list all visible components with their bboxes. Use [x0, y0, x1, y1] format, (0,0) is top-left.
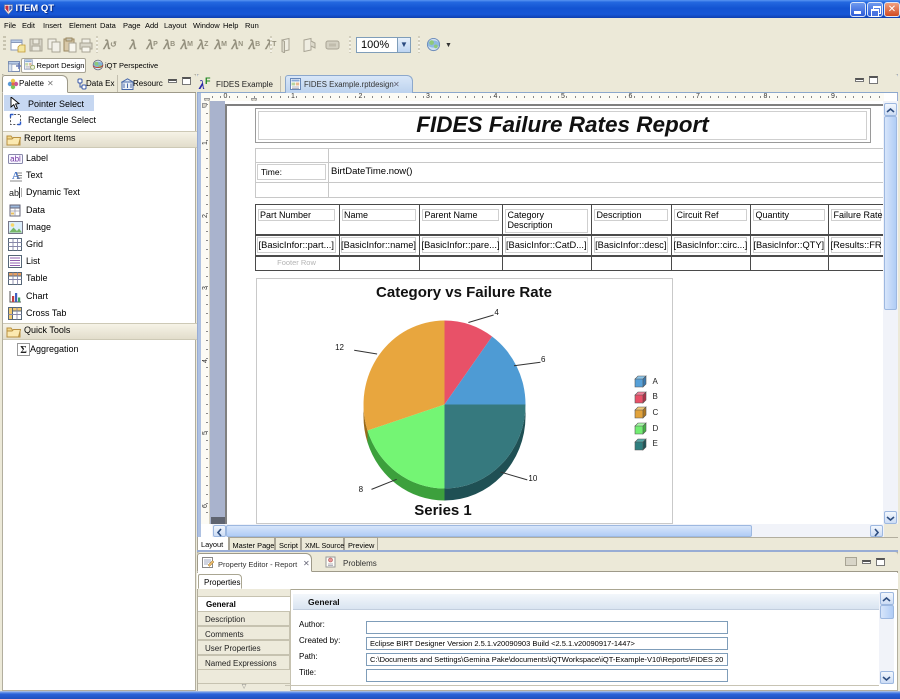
svg-text:A: A	[12, 170, 20, 182]
svg-text:abl: abl	[10, 155, 21, 164]
svg-text:Σ: Σ	[20, 345, 27, 356]
svg-text:ab: ab	[9, 188, 19, 198]
